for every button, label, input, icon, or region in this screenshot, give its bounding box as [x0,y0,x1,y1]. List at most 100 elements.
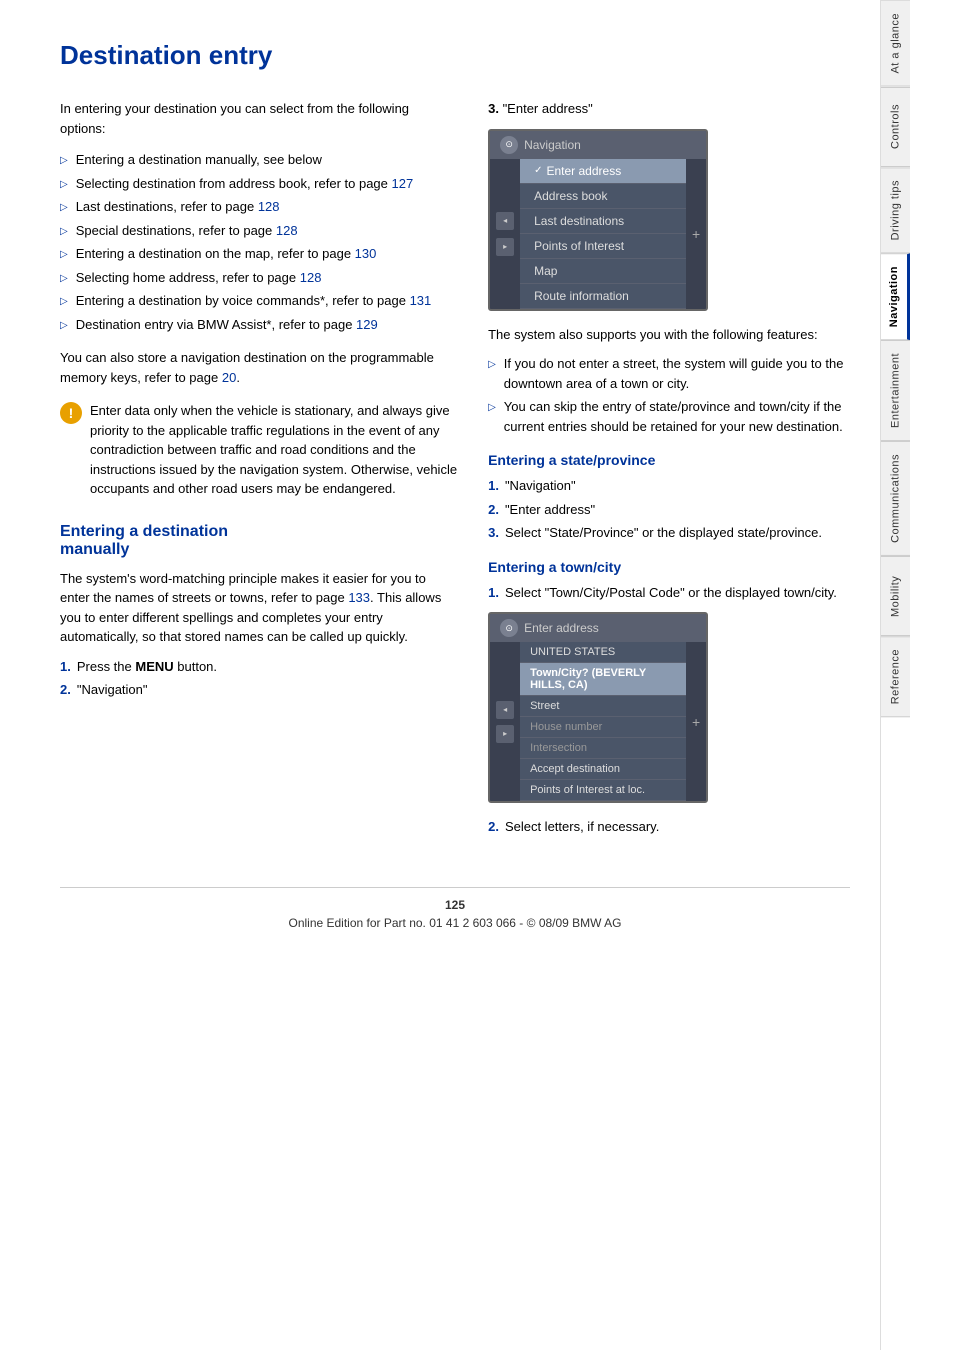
warning-box: ! Enter data only when the vehicle is st… [60,401,458,499]
nav-screen-items: Enter address Address book Last destinat… [520,159,686,309]
list-item-text: Destination entry via BMW Assist*, refer… [76,315,378,335]
list-item-text: Special destinations, refer to page 128 [76,221,298,241]
section-manually-title: Entering a destinationmanually [60,523,458,559]
tab-mobility[interactable]: Mobility [881,556,910,636]
manually-steps: 1. Press the MENU button. 2. "Navigation… [60,657,458,700]
step-item: 1. "Navigation" [488,476,850,496]
manually-link[interactable]: 133 [348,590,370,605]
list-item: Last destinations, refer to page 128 [60,197,458,217]
page-link[interactable]: 128 [276,223,298,238]
state-steps: 1. "Navigation" 2. "Enter address" 3. Se… [488,476,850,543]
step-item: 2. "Navigation" [60,680,458,700]
list-item-text: Entering a destination by voice commands… [76,291,432,311]
nav-item-last-destinations: Last destinations [520,209,686,234]
intro-text: In entering your destination you can sel… [60,99,458,138]
right-tabs: At a glance Controls Driving tips Naviga… [880,0,910,1350]
page-link[interactable]: 129 [356,317,378,332]
page-link[interactable]: 130 [355,246,377,261]
nav-item-route-info: Route information [520,284,686,309]
tab-driving-tips[interactable]: Driving tips [881,167,910,253]
addr-screen-header: ⊙ Enter address [490,614,706,642]
following-features-text: The system also supports you with the fo… [488,325,850,345]
page-link[interactable]: 128 [300,270,322,285]
nav-control-down: ▸ [496,238,514,256]
addr-item-house: House number [520,717,686,738]
page-link[interactable]: 128 [258,199,280,214]
list-item: Destination entry via BMW Assist*, refer… [60,315,458,335]
addr-screen-body: ◂ ▸ UNITED STATES Town/City? (BEVERLY HI… [490,642,706,801]
bullet-list: Entering a destination manually, see bel… [60,150,458,334]
step3-num: 3. [488,101,499,116]
nav-controls-left: ◂ ▸ [490,159,520,309]
tab-communications[interactable]: Communications [881,441,910,556]
step-text: Press the MENU button. [77,657,217,677]
page-link[interactable]: 127 [392,176,414,191]
step-number: 1. [488,476,499,496]
nav-item-enter-address: Enter address [520,159,686,184]
town-steps: 1. Select "Town/City/Postal Code" or the… [488,583,850,603]
addr-item-country: UNITED STATES [520,642,686,663]
nav-item-map: Map [520,259,686,284]
enter-address-screen: ⊙ Enter address ◂ ▸ UNITED STATES Town/C… [488,612,708,803]
step-number: 1. [488,583,499,603]
nav-screen-header: ⊙ Navigation [490,131,706,159]
tab-navigation[interactable]: Navigation [881,253,910,340]
step-text: Select "Town/City/Postal Code" or the di… [505,583,837,603]
addr-step2: 2. Select letters, if necessary. [488,817,850,837]
step-text: Select letters, if necessary. [505,817,659,837]
manually-body: The system's word-matching principle mak… [60,569,458,647]
addr-screen-right-btn: + [686,642,706,801]
warning-icon: ! [60,402,82,424]
page-footer: 125 Online Edition for Part no. 01 41 2 … [60,887,850,930]
feature-item: You can skip the entry of state/province… [488,397,850,436]
step-item: 2. Select letters, if necessary. [488,817,850,837]
addr-screen-icon: ⊙ [500,619,518,637]
list-item-text: Selecting home address, refer to page 12… [76,268,322,288]
step-item: 2. "Enter address" [488,500,850,520]
step-item: 1. Press the MENU button. [60,657,458,677]
addr-screen-items: UNITED STATES Town/City? (BEVERLY HILLS,… [520,642,686,801]
feature-bullet-list: If you do not enter a street, the system… [488,354,850,436]
nav-screen-title: Navigation [524,138,581,152]
feature-item: If you do not enter a street, the system… [488,354,850,393]
list-item: Selecting home address, refer to page 12… [60,268,458,288]
addr-item-accept: Accept destination [520,759,686,780]
nav-control-up: ◂ [496,212,514,230]
step-number: 2. [488,500,499,520]
navigation-screen: ⊙ Navigation ◂ ▸ Enter address Address b… [488,129,708,311]
store-nav-link[interactable]: 20 [222,370,236,385]
page-link[interactable]: 131 [410,293,432,308]
addr-controls-left: ◂ ▸ [490,642,520,801]
list-item: Entering a destination by voice commands… [60,291,458,311]
addr-screen-title: Enter address [524,621,599,635]
nav-item-points-of-interest: Points of Interest [520,234,686,259]
tab-at-a-glance[interactable]: At a glance [881,0,910,87]
addr-item-street: Street [520,696,686,717]
step-number: 1. [60,657,71,677]
step-number: 2. [488,817,499,837]
list-item: Entering a destination manually, see bel… [60,150,458,170]
addr-item-intersection: Intersection [520,738,686,759]
list-item-text: Entering a destination manually, see bel… [76,150,322,170]
addr-item-town: Town/City? (BEVERLY HILLS, CA) [520,663,686,696]
nav-item-address-book: Address book [520,184,686,209]
step-item: 3. Select "State/Province" or the displa… [488,523,850,543]
step-number: 3. [488,523,499,543]
feature-text: If you do not enter a street, the system… [504,354,850,393]
step3-text: "Enter address" [503,101,593,116]
store-nav-text: You can also store a navigation destinat… [60,348,458,387]
town-section-title: Entering a town/city [488,559,850,575]
step-text: "Enter address" [505,500,595,520]
addr-item-poi: Points of Interest at loc. [520,780,686,801]
page-title: Destination entry [60,40,850,79]
step3-label: 3. "Enter address" [488,99,850,119]
list-item-text: Entering a destination on the map, refer… [76,244,377,264]
nav-screen-body: ◂ ▸ Enter address Address book Last dest… [490,159,706,309]
tab-controls[interactable]: Controls [881,87,910,167]
list-item: Selecting destination from address book,… [60,174,458,194]
page-number: 125 [60,898,850,912]
tab-reference[interactable]: Reference [881,636,910,717]
warning-text: Enter data only when the vehicle is stat… [90,401,458,499]
step-text: Select "State/Province" or the displayed… [505,523,822,543]
tab-entertainment[interactable]: Entertainment [881,340,910,441]
